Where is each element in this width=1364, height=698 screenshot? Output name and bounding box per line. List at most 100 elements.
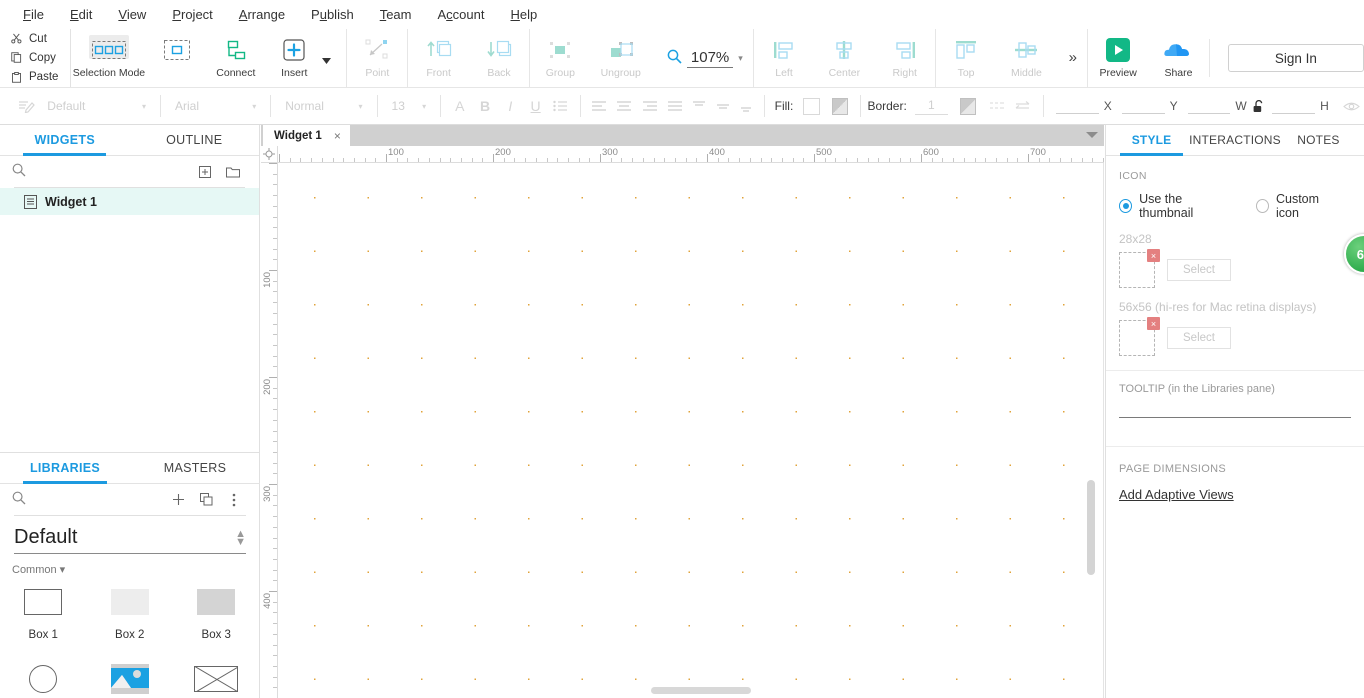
tab-notes[interactable]: NOTES [1281,125,1356,155]
group-button[interactable]: Group [530,29,590,87]
insert-dropdown-caret[interactable] [322,29,336,87]
library-select[interactable]: Default ▲ ▼ [14,526,246,554]
add-icon[interactable] [164,493,192,506]
connect-button[interactable]: x [145,29,205,87]
widget-item-image[interactable]: Image [87,659,174,698]
border-dashed-icon[interactable] [984,95,1009,117]
menu-item-project[interactable]: Project [159,0,225,29]
align-left-button[interactable]: Left [754,29,814,87]
bold-button[interactable]: B [472,95,497,117]
menu-item-team[interactable]: Team [367,0,425,29]
tab-masters[interactable]: MASTERS [130,453,260,483]
border-color-swatch[interactable] [959,97,977,115]
tab-libraries[interactable]: LIBRARIES [0,453,130,484]
h-input[interactable] [1272,98,1316,114]
menu-item-arrange[interactable]: Arrange [226,0,298,29]
share-button[interactable]: Share [1148,29,1208,87]
lock-open-icon[interactable] [1251,95,1267,117]
align-middle-button[interactable]: Middle [996,29,1056,87]
icon-large-dropzone[interactable]: × [1119,317,1160,356]
horizontal-scrollbar-thumb[interactable] [651,687,751,694]
text-align-justify-icon[interactable] [662,95,687,117]
zoom-value[interactable]: 107% [686,49,734,68]
underline-button[interactable]: U [523,95,548,117]
w-input[interactable] [1187,98,1231,114]
close-icon[interactable]: × [334,129,341,143]
toolbar-overflow-button[interactable]: » [1057,29,1087,87]
italic-button[interactable]: I [498,95,523,117]
border-width-input[interactable]: 1 [914,98,948,115]
search-icon[interactable] [12,163,34,180]
vertical-scrollbar-thumb[interactable] [1087,480,1095,575]
icon-large-select-button[interactable]: Select [1167,327,1231,349]
align-center-button[interactable]: Center [814,29,874,87]
design-canvas[interactable] [279,163,1104,698]
align-right-button[interactable]: Right [875,29,935,87]
vertical-ruler[interactable]: 100200300400500 [261,163,278,698]
menu-item-view[interactable]: View [105,0,159,29]
widget-item-box-1[interactable]: Box 1 [0,582,87,641]
vertical-scrollbar-track[interactable] [1087,163,1095,683]
zoom-control[interactable]: 107% ▾ [651,29,753,87]
tooltip-input[interactable] [1119,417,1351,418]
text-align-left-icon[interactable] [587,95,612,117]
ruler-origin-icon[interactable] [261,146,278,163]
eye-icon[interactable] [1339,95,1364,117]
fill-color-swatch[interactable] [803,97,820,115]
connector-tool-button[interactable]: Connect [206,29,266,87]
widget-item-box-2[interactable]: Box 2 [87,582,174,641]
paste-button[interactable]: Paste [9,68,70,87]
radio-use-thumbnail[interactable] [1119,199,1133,213]
fill-gradient-swatch[interactable] [831,97,849,115]
add-page-icon[interactable] [191,165,219,178]
icon-small-select-button[interactable]: Select [1167,259,1231,281]
menu-item-publish[interactable]: Publish [298,0,367,29]
remove-icon[interactable]: × [1147,249,1160,262]
widget-style-select[interactable]: Default ▾ [39,95,154,117]
text-color-button[interactable]: A [447,95,472,117]
insert-button[interactable]: Insert [266,29,322,87]
valign-middle-icon[interactable] [711,95,734,117]
chevron-down-icon[interactable] [1086,132,1098,138]
valign-bottom-icon[interactable] [734,95,757,117]
text-align-center-icon[interactable] [612,95,637,117]
y-input[interactable] [1121,98,1165,114]
widget-item-placeholder[interactable]: Placeholder [173,659,260,698]
search-icon[interactable] [12,491,34,508]
selection-mode-button[interactable]: Selection Mode [71,29,147,87]
x-input[interactable] [1056,98,1099,114]
cut-button[interactable]: Cut [9,29,70,48]
zoom-dropdown-icon[interactable]: ▾ [738,53,743,64]
menu-item-help[interactable]: Help [497,0,550,29]
page-item-widget-1[interactable]: Widget 1 [0,188,259,215]
sign-in-button[interactable]: Sign In [1227,44,1364,72]
icon-small-dropzone[interactable]: × [1119,249,1160,288]
style-brush-icon[interactable] [14,95,39,117]
valign-top-icon[interactable] [688,95,711,117]
tab-interactions[interactable]: INTERACTIONS [1189,125,1281,155]
align-top-button[interactable]: Top [936,29,996,87]
send-back-button[interactable]: Back [469,29,529,87]
font-weight-select[interactable]: Normal ▾ [277,95,370,117]
tab-style[interactable]: STYLE [1114,125,1189,156]
add-adaptive-views-link[interactable]: Add Adaptive Views [1106,475,1364,502]
horizontal-ruler[interactable]: 100 200 300 400 500 600 700 [261,146,1104,163]
library-group-header[interactable]: Common ▾ [0,554,260,576]
copy-button[interactable]: Copy [9,48,70,67]
font-family-select[interactable]: Arial ▾ [167,95,264,117]
bullet-list-icon[interactable] [548,95,573,117]
point-button[interactable]: Point [347,29,407,87]
menu-item-file[interactable]: File [10,0,57,29]
menu-item-edit[interactable]: Edit [57,0,105,29]
line-arrow-icon[interactable] [1010,95,1035,117]
tab-outline[interactable]: OUTLINE [130,125,260,155]
bring-front-button[interactable]: Front [408,29,468,87]
ungroup-button[interactable]: Ungroup [591,29,651,87]
text-align-right-icon[interactable] [637,95,662,117]
remove-icon[interactable]: × [1147,317,1160,330]
widget-item-box-3[interactable]: Box 3 [173,582,260,641]
new-folder-icon[interactable] [219,166,247,178]
widget-item-ellipse[interactable]: Ellipse [0,659,87,698]
menu-item-account[interactable]: Account [425,0,498,29]
duplicate-icon[interactable] [192,493,220,506]
